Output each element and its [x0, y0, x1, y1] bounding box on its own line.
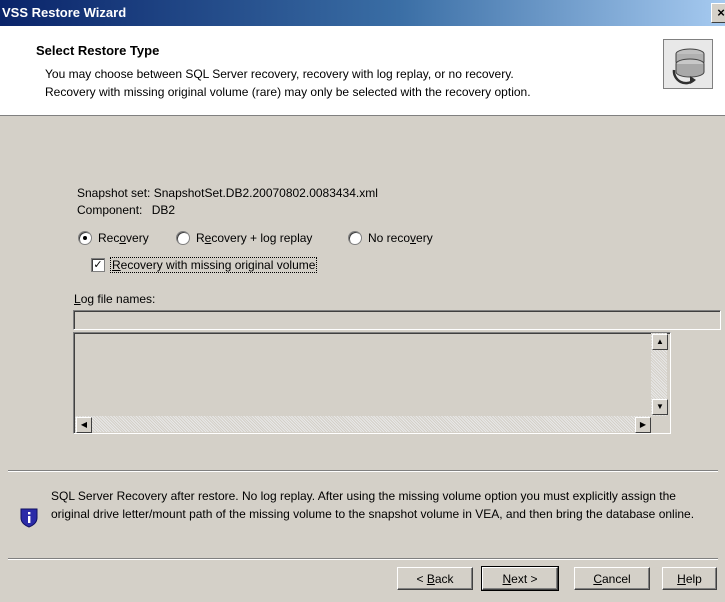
page-title: Select Restore Type	[36, 43, 160, 58]
help-button[interactable]: Help	[662, 567, 717, 590]
radio-recovery-log-replay-label: Recovery + log replay	[196, 231, 313, 245]
radio-no-recovery-indicator[interactable]	[348, 231, 362, 245]
button-separator	[8, 558, 718, 560]
wizard-header: Select Restore Type You may choose betwe…	[0, 26, 725, 116]
database-restore-icon	[663, 39, 713, 89]
info-separator	[8, 470, 718, 472]
snapshot-set-value: SnapshotSet.DB2.20070802.0083434.xml	[153, 186, 378, 200]
radio-recovery-log-replay[interactable]: Recovery + log replay	[176, 230, 312, 246]
back-button[interactable]: < Back	[397, 567, 473, 590]
component-value: DB2	[151, 203, 176, 217]
component-label: Component:	[77, 203, 143, 217]
info-shield-icon	[20, 508, 38, 528]
window-title: VSS Restore Wizard	[2, 5, 127, 20]
next-button[interactable]: Next >	[481, 566, 559, 591]
missing-volume-checkbox[interactable]: ✓	[91, 258, 105, 272]
radio-no-recovery[interactable]: No recovery	[348, 230, 433, 246]
scroll-right-button[interactable]: ▶	[635, 417, 651, 433]
radio-recovery[interactable]: Recovery	[78, 230, 149, 246]
radio-recovery-label: Recovery	[98, 231, 149, 245]
log-file-name-input[interactable]	[73, 310, 721, 330]
radio-recovery-log-replay-indicator[interactable]	[176, 231, 190, 245]
missing-volume-checkbox-row[interactable]: ✓ Recovery with missing original volume	[91, 257, 318, 273]
vss-restore-wizard-window: VSS Restore Wizard × Select Restore Type…	[0, 0, 725, 602]
scroll-left-button[interactable]: ◀	[76, 417, 92, 433]
snapshot-set-label: Snapshot set:	[77, 186, 151, 200]
page-description-line2: Recovery with missing original volume (r…	[45, 85, 531, 99]
info-message: SQL Server Recovery after restore. No lo…	[51, 489, 695, 521]
log-list-horizontal-scrollbar[interactable]	[75, 416, 651, 432]
page-description-line1: You may choose between SQL Server recove…	[45, 67, 514, 81]
scroll-down-button[interactable]: ▼	[652, 399, 668, 415]
close-button[interactable]: ×	[711, 3, 725, 23]
scroll-up-button[interactable]: ▲	[652, 334, 668, 350]
missing-volume-label: Recovery with missing original volume	[110, 257, 318, 273]
log-file-names-label: Log file names:	[74, 292, 156, 306]
radio-no-recovery-label: No recovery	[368, 231, 433, 245]
cancel-button[interactable]: Cancel	[574, 567, 650, 590]
radio-recovery-indicator[interactable]	[78, 231, 92, 245]
title-bar[interactable]: VSS Restore Wizard ×	[0, 0, 725, 26]
component-line: Component: DB2	[77, 203, 175, 217]
snapshot-set-line: Snapshot set: SnapshotSet.DB2.20070802.0…	[77, 186, 378, 200]
